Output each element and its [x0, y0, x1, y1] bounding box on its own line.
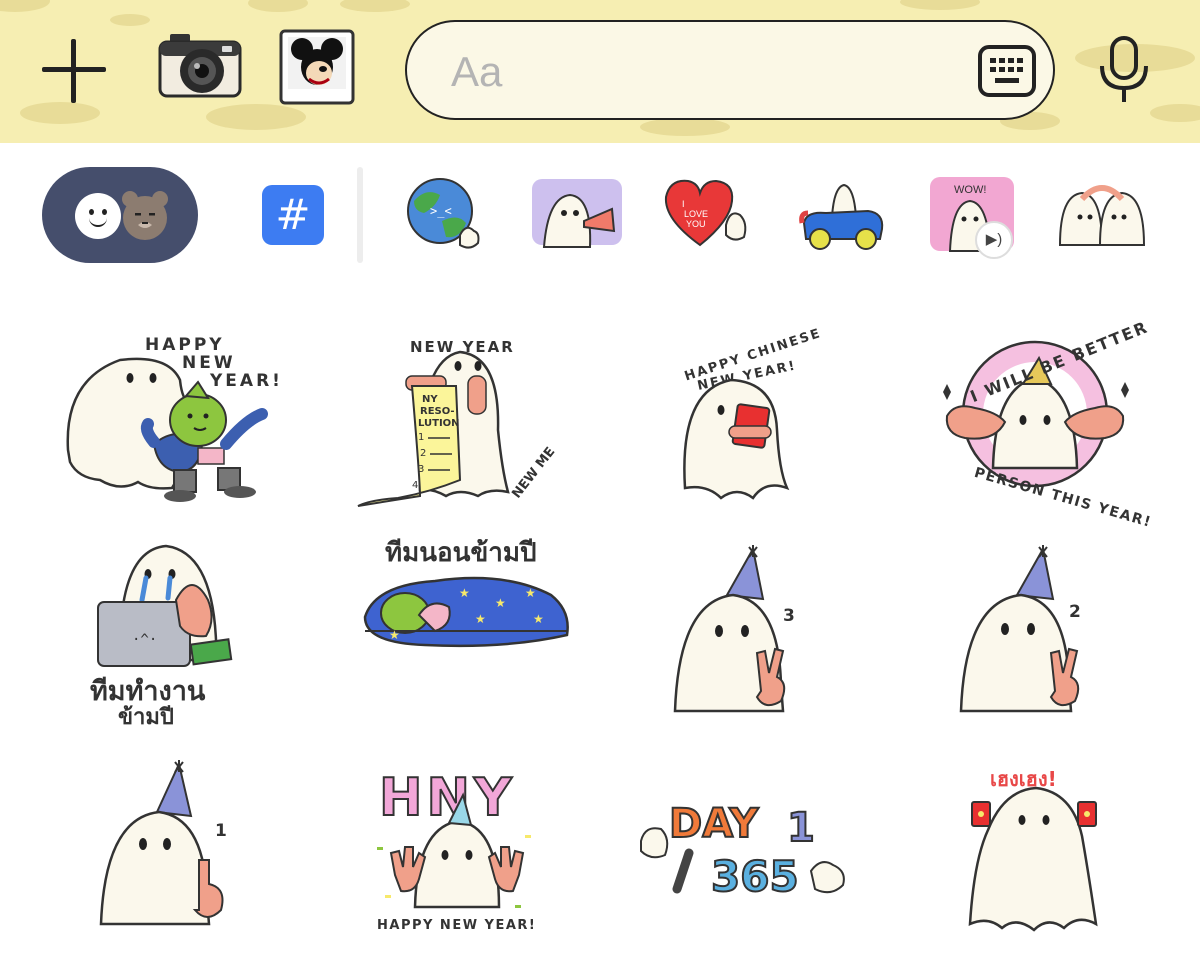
keyboard-icon — [978, 45, 1036, 97]
svg-text:★: ★ — [389, 628, 400, 642]
svg-text:★: ★ — [459, 586, 470, 600]
sticker-text: 1 — [787, 805, 815, 851]
bg-crater — [248, 0, 308, 12]
sticker-package-bar: # >_< I LOVE YOU WOW! ▶) — [0, 143, 1200, 275]
sticker-text: LUTION — [418, 418, 460, 429]
svg-text:★: ★ — [525, 586, 536, 600]
sticker-day-1-of-365[interactable]: DAY 1 365 — [635, 785, 860, 905]
svg-text:I: I — [682, 199, 685, 209]
camera-button[interactable] — [158, 30, 242, 100]
sticker-package-megaphone[interactable] — [530, 173, 626, 255]
sticker-hny[interactable]: HNY HAPPY NEW YEAR! — [365, 755, 550, 935]
sticker-text: HNY — [379, 768, 516, 828]
sticker-happy-new-year[interactable]: HAPPY NEW YEAR! — [50, 320, 290, 510]
sticker-package-love[interactable]: I LOVE YOU — [660, 173, 756, 255]
sticker-heng-heng[interactable]: เฮงเฮง! — [960, 760, 1110, 935]
love-heart-thumbnail: I LOVE YOU — [664, 179, 747, 247]
sticker-text: NEW — [182, 353, 236, 373]
sticker-overtime-work[interactable]: ·^· ทีมทำงาน ข้ามปี — [80, 540, 260, 730]
sticker-text: NY — [422, 394, 438, 405]
sticker-text: 3 — [783, 606, 795, 626]
sticker-happy-chinese-new-year[interactable]: HAPPY CHINESE NEW YEAR! — [665, 320, 825, 510]
sticker-text: ข้ามปี — [118, 705, 174, 730]
sticker-package-car[interactable] — [798, 173, 894, 255]
sticker-text: HAPPY NEW YEAR! — [377, 918, 536, 933]
svg-text:★: ★ — [533, 612, 544, 626]
microphone-button[interactable] — [1094, 34, 1154, 106]
hashtag-button[interactable]: # — [262, 185, 324, 245]
sticker-text: HAPPY — [145, 335, 225, 355]
svg-text:YOU: YOU — [686, 219, 706, 229]
sticker-text: เฮงเฮง! — [990, 767, 1057, 791]
message-input-bar — [0, 0, 1200, 143]
keyboard-button[interactable] — [977, 42, 1037, 100]
svg-text:·^·: ·^· — [132, 632, 157, 648]
sticker-text: DAY — [669, 801, 759, 847]
sound-play-icon[interactable]: ▶) — [975, 221, 1013, 259]
svg-text:LOVE: LOVE — [684, 209, 708, 219]
sticker-text: ทีมทำงาน — [90, 676, 206, 707]
bg-crater — [340, 0, 410, 12]
message-input[interactable] — [449, 44, 953, 100]
sticker-text: RESO- — [420, 406, 455, 417]
sticker-new-year-resolution[interactable]: NEW YEAR NY RESO- LUTION 1 2 3 4 NEW ME — [350, 320, 558, 515]
earth-ghost-thumbnail: >_< — [407, 178, 480, 249]
bg-crater — [900, 0, 980, 10]
camera-icon — [158, 34, 242, 98]
svg-text:WOW!: WOW! — [954, 184, 986, 196]
sticker-text: 2 — [1069, 602, 1081, 622]
add-button[interactable] — [38, 36, 110, 104]
sticker-sleep-through-new-year[interactable]: ทีมนอนข้ามปี ★ ★ ★ ★ ★ ★ — [355, 535, 575, 655]
sticker-countdown-3[interactable]: 3 — [665, 545, 815, 720]
sticker-text: YEAR! — [209, 371, 283, 391]
sticker-text: 4 — [412, 480, 418, 491]
car-ghost-thumbnail — [799, 183, 884, 250]
sticker-emoji-toggle[interactable] — [42, 167, 198, 263]
bg-crater — [640, 118, 730, 136]
message-input-wrapper — [405, 20, 1055, 120]
sticker-text: 1 — [215, 821, 227, 841]
sticker-text: 3 — [418, 464, 424, 475]
svg-text:★: ★ — [475, 612, 486, 626]
svg-text:★: ★ — [495, 596, 506, 610]
sticker-text: 2 — [420, 448, 426, 459]
photo-icon — [279, 29, 355, 105]
bg-crater — [1150, 104, 1200, 122]
photo-button[interactable] — [279, 29, 355, 105]
sticker-package-earth[interactable]: >_< — [400, 173, 496, 255]
sticker-text: ทีมนอนข้ามปี — [385, 538, 536, 568]
bear-icon — [122, 191, 168, 240]
bg-crater — [206, 104, 306, 130]
bg-crater — [20, 102, 100, 124]
sticker-text: 365 — [711, 852, 799, 901]
sticker-countdown-1[interactable]: 1 — [95, 760, 245, 930]
hugging-ghosts-thumbnail — [1058, 185, 1146, 246]
sticker-countdown-2[interactable]: 2 — [955, 545, 1105, 720]
sticker-i-will-be-better-person[interactable]: I WILL BE BETTER PERSON THIS YEAR! — [935, 317, 1153, 531]
sticker-package-ghosts[interactable] — [1056, 173, 1152, 255]
smiley-icon — [75, 193, 121, 239]
microphone-icon — [1100, 36, 1148, 102]
divider — [357, 167, 363, 263]
bg-crater — [0, 0, 50, 12]
sticker-text: NEW ME — [509, 445, 558, 502]
megaphone-ghost-thumbnail — [532, 179, 622, 248]
sticker-text: 1 — [418, 432, 424, 443]
bg-crater — [110, 14, 150, 26]
svg-text:>_<: >_< — [430, 204, 452, 218]
